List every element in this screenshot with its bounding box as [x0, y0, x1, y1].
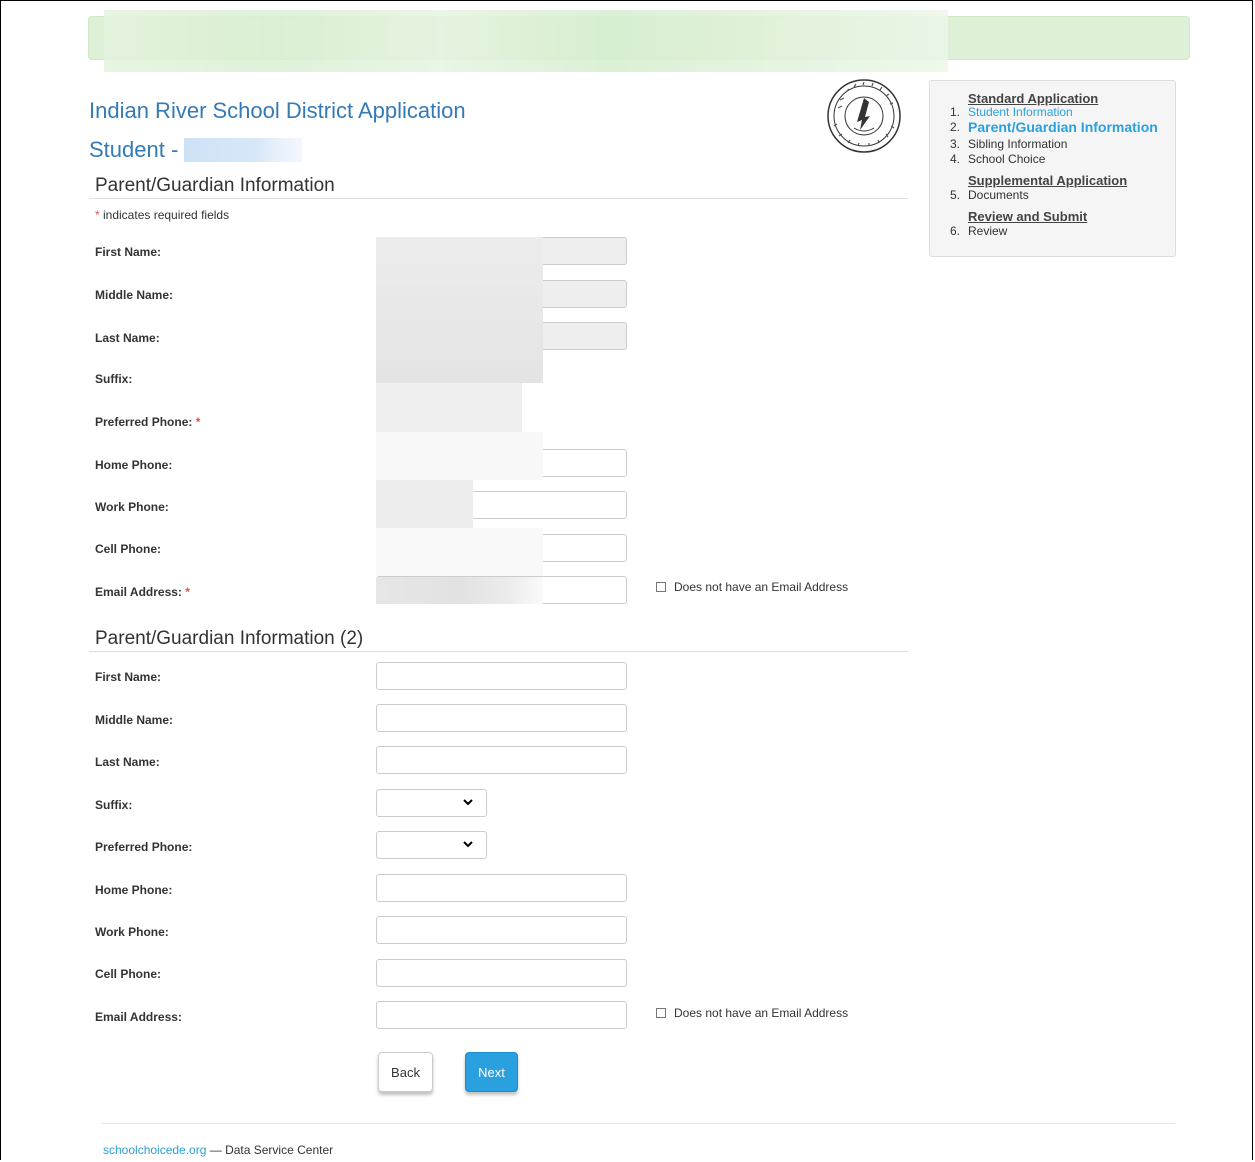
- sidebar-heading-review: Review and Submit: [968, 209, 1088, 224]
- no-email-label: Does not have an Email Address: [674, 1006, 849, 1020]
- guardian2-first-name-input[interactable]: [376, 662, 627, 690]
- redacted-values: [376, 528, 543, 576]
- section-divider: [89, 651, 908, 652]
- sidebar-item-school-choice: 4. School Choice: [950, 152, 1046, 166]
- sidebar-item-sibling-information: 3. Sibling Information: [950, 137, 1068, 151]
- redacted-values: [376, 480, 473, 528]
- section-parent-guardian-1-title: Parent/Guardian Information: [95, 175, 335, 196]
- label-last-name: Last Name:: [95, 755, 160, 769]
- sidebar-heading-supplemental: Supplemental Application: [968, 173, 1128, 188]
- guardian2-last-name-input[interactable]: [376, 746, 627, 774]
- student-name-redacted: [184, 138, 303, 162]
- back-button[interactable]: Back: [378, 1052, 433, 1092]
- chevron-down-icon: [463, 799, 473, 806]
- label-cell-phone: Cell Phone:: [95, 967, 162, 981]
- label-home-phone: Home Phone:: [95, 458, 173, 472]
- guardian1-no-email-checkbox[interactable]: [656, 582, 666, 592]
- label-email: Email Address: *: [95, 585, 190, 599]
- guardian2-preferred-phone-select[interactable]: [376, 831, 487, 859]
- no-email-label: Does not have an Email Address: [674, 580, 849, 594]
- district-seal-icon: [827, 79, 901, 153]
- footer-divider: [101, 1123, 1175, 1124]
- footer-text: — Data Service Center: [206, 1143, 334, 1157]
- label-middle-name: Middle Name:: [95, 713, 174, 727]
- section-divider: [89, 198, 908, 199]
- label-work-phone: Work Phone:: [95, 925, 169, 939]
- page-title: Indian River School District Application: [89, 98, 466, 123]
- guardian2-home-phone-input[interactable]: [376, 874, 627, 902]
- next-button[interactable]: Next: [465, 1052, 518, 1092]
- footer: schoolchoicede.org — Data Service Center: [103, 1143, 333, 1157]
- label-first-name: First Name:: [95, 245, 162, 259]
- sidebar-item-student-information[interactable]: 1. Student Information: [950, 105, 1073, 119]
- label-work-phone: Work Phone:: [95, 500, 169, 514]
- label-email: Email Address:: [95, 1010, 182, 1024]
- label-home-phone: Home Phone:: [95, 883, 173, 897]
- redacted-values: [376, 237, 543, 383]
- guardian2-cell-phone-input[interactable]: [376, 959, 627, 987]
- label-middle-name: Middle Name:: [95, 288, 174, 302]
- guardian2-email-input[interactable]: [376, 1001, 627, 1029]
- label-suffix: Suffix:: [95, 798, 133, 812]
- label-preferred-phone: Preferred Phone:: [95, 840, 193, 854]
- sidebar-item-parent-guardian-information[interactable]: 2. Parent/Guardian Information: [950, 120, 1158, 134]
- label-last-name: Last Name:: [95, 331, 160, 345]
- student-prefix: Student -: [89, 137, 179, 162]
- label-preferred-phone: Preferred Phone: *: [95, 415, 201, 429]
- label-cell-phone: Cell Phone:: [95, 542, 162, 556]
- application-steps-panel: Standard Application 1. Student Informat…: [929, 80, 1176, 257]
- guardian2-no-email-checkbox[interactable]: [656, 1008, 666, 1018]
- required-fields-note: * indicates required fields: [95, 208, 230, 222]
- guardian2-middle-name-input[interactable]: [376, 704, 627, 732]
- sidebar-item-review: 6. Review: [950, 224, 1008, 238]
- chevron-down-icon: [463, 841, 473, 848]
- label-first-name: First Name:: [95, 670, 162, 684]
- guardian2-work-phone-input[interactable]: [376, 916, 627, 944]
- redacted-values: [376, 383, 522, 432]
- guardian2-suffix-select[interactable]: [376, 789, 487, 817]
- redacted-values: [376, 577, 543, 604]
- guardian2-no-email-option[interactable]: Does not have an Email Address: [656, 1006, 848, 1020]
- footer-link[interactable]: schoolchoicede.org: [103, 1143, 206, 1157]
- banner-redacted-content: [104, 10, 948, 72]
- guardian1-no-email-option[interactable]: Does not have an Email Address: [656, 580, 848, 594]
- section-parent-guardian-2-title: Parent/Guardian Information (2): [95, 628, 364, 649]
- sidebar-heading-standard: Standard Application: [968, 91, 1099, 106]
- label-suffix: Suffix:: [95, 372, 133, 386]
- sidebar-item-documents: 5. Documents: [950, 188, 1029, 202]
- student-heading: Student -: [89, 137, 303, 163]
- redacted-values: [376, 432, 543, 480]
